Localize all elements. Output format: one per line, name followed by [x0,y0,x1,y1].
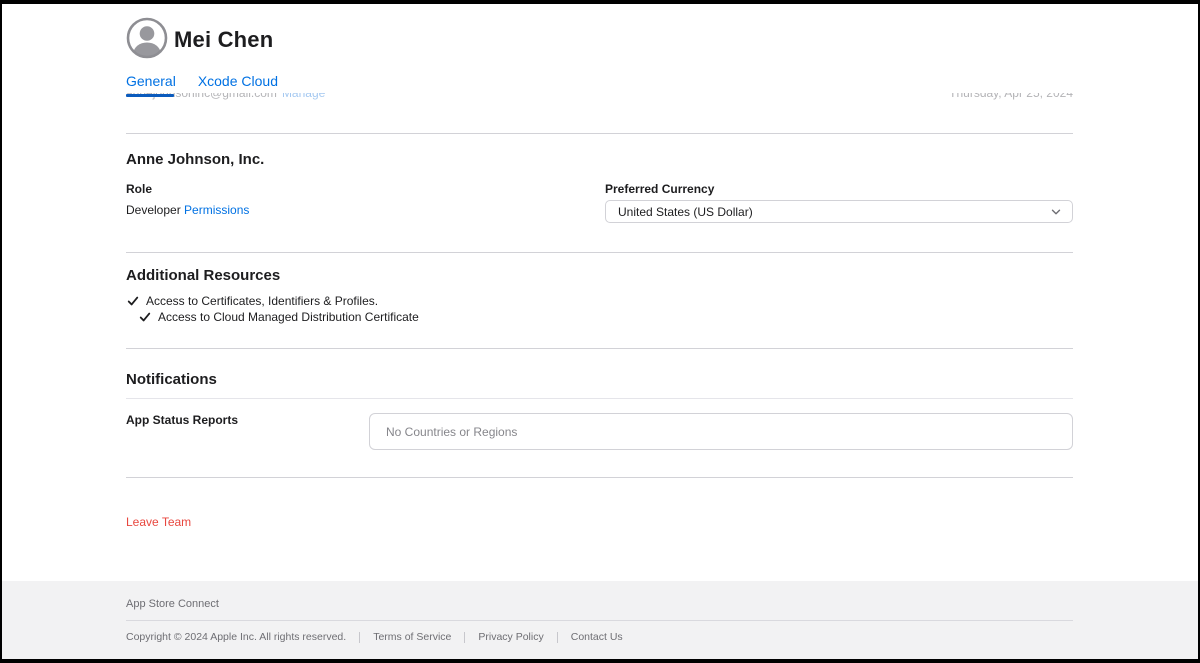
app-status-regions-field[interactable]: No Countries or Regions [369,413,1073,450]
leave-team-link[interactable]: Leave Team [126,515,191,529]
avatar [126,17,168,59]
tab-bar: General Xcode Cloud [126,73,278,89]
checkmark-icon [139,311,151,323]
footer-separator [359,632,360,643]
divider [126,348,1073,349]
resource-item-label: Access to Cloud Managed Distribution Cer… [158,310,419,324]
footer-brand: App Store Connect [126,598,219,610]
footer-separator [557,632,558,643]
preferred-currency-label: Preferred Currency [605,182,714,196]
active-tab-indicator [126,94,174,97]
divider [126,398,1073,399]
terms-of-service-link[interactable]: Terms of Service [373,631,451,643]
role-value-row: Developer Permissions [126,203,249,217]
permissions-link[interactable]: Permissions [184,203,249,217]
divider [126,252,1073,253]
chevron-down-icon [1050,206,1062,218]
footer-separator [464,632,465,643]
page-title-user-name: Mei Chen [174,27,273,53]
signin-date: Thursday, Apr 25, 2024 [949,93,1073,100]
footer: App Store Connect Copyright © 2024 Apple… [2,581,1198,659]
checkmark-icon [127,295,139,307]
privacy-policy-link[interactable]: Privacy Policy [478,631,543,643]
person-icon [126,17,168,59]
organization-name-heading: Anne Johnson, Inc. [126,151,264,168]
tab-xcode-cloud[interactable]: Xcode Cloud [198,73,278,89]
profile-header: Mei Chen General Xcode Cloud [2,4,1198,93]
tab-general[interactable]: General [126,73,176,89]
copyright-text: Copyright © 2024 Apple Inc. All rights r… [126,631,346,643]
preferred-currency-select[interactable]: United States (US Dollar) [605,200,1073,223]
divider [126,477,1073,478]
contact-us-link[interactable]: Contact Us [571,631,623,643]
footer-legal-row: Copyright © 2024 Apple Inc. All rights r… [126,631,623,643]
resource-item-label: Access to Certificates, Identifiers & Pr… [146,294,378,308]
notifications-heading: Notifications [126,371,217,388]
footer-divider [126,620,1073,621]
app-status-empty-value: No Countries or Regions [386,425,517,439]
resource-item-certificates: Access to Certificates, Identifiers & Pr… [127,294,378,308]
role-value: Developer [126,203,181,217]
app-status-reports-label: App Status Reports [126,413,238,427]
divider [126,133,1073,134]
resource-item-cloud-certificate: Access to Cloud Managed Distribution Cer… [139,310,419,324]
manage-link[interactable]: Manage [282,93,325,100]
preferred-currency-value: United States (US Dollar) [618,205,1050,219]
app-store-connect-profile-page: annejohnsoninc@gmail.comManage Thursday,… [2,4,1198,659]
additional-resources-heading: Additional Resources [126,267,280,284]
role-label: Role [126,182,152,196]
scrolled-apple-id-row: annejohnsoninc@gmail.comManage Thursday,… [2,93,1198,103]
